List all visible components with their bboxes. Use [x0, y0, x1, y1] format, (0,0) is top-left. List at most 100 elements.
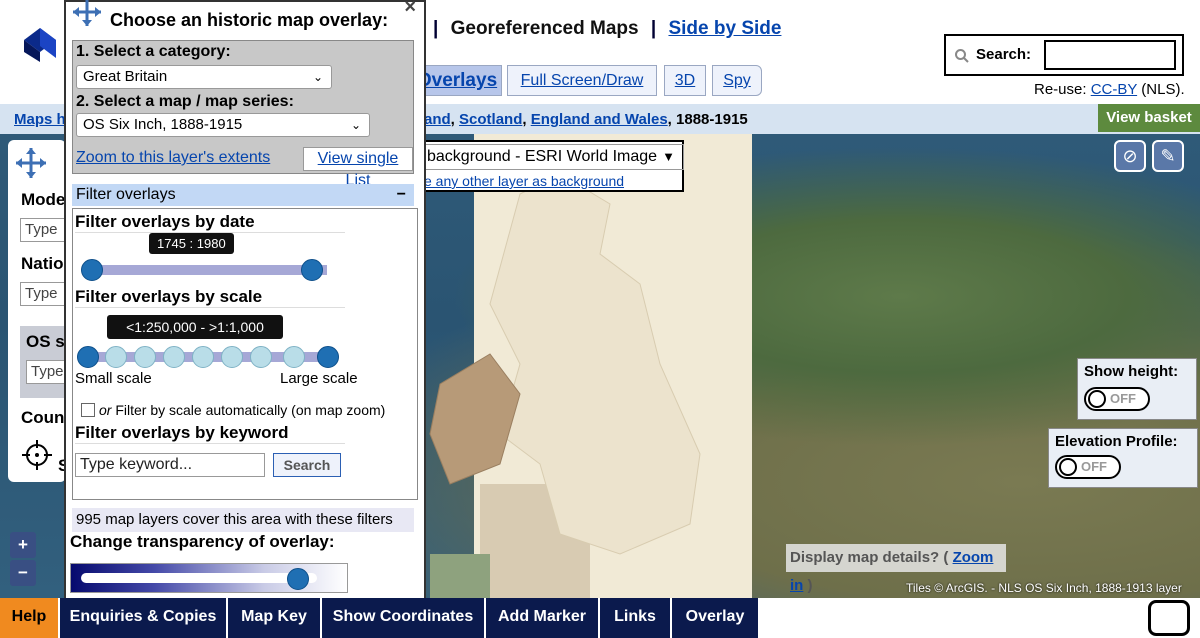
- move-panel-icon[interactable]: [70, 0, 104, 28]
- bottom-toolbar: Help Enquiries & Copies Map Key Show Coo…: [0, 598, 1200, 638]
- show-height-toggle[interactable]: OFF: [1084, 387, 1150, 411]
- search-label: Search:: [976, 46, 1032, 63]
- other-background-link[interactable]: e any other layer as background: [424, 173, 624, 189]
- breadcrumb-date: 1888-1915: [676, 111, 748, 128]
- help-tab[interactable]: Help: [0, 598, 60, 638]
- auto-scale-text: Filter by scale automatically (on map zo…: [115, 402, 386, 418]
- date-slider-track[interactable]: [87, 265, 327, 275]
- map-details-prompt: Display map details? ( Zoom in ): [786, 544, 1006, 594]
- tab-3d[interactable]: 3D: [664, 65, 706, 96]
- scale-tick[interactable]: [192, 346, 214, 368]
- add-marker-tab[interactable]: Add Marker: [486, 598, 600, 638]
- small-scale-label: Small scale: [75, 370, 152, 387]
- reuse-prefix: Re-use:: [1034, 81, 1087, 98]
- date-range-tooltip: 1745 : 1980: [149, 233, 234, 254]
- scale-slider-start-handle[interactable]: [77, 346, 99, 368]
- georeferenced-maps-link[interactable]: Georeferenced Maps: [451, 18, 639, 39]
- show-coordinates-tab[interactable]: Show Coordinates: [322, 598, 486, 638]
- maps-home-link[interactable]: Maps h: [14, 111, 66, 128]
- date-slider-start-handle[interactable]: [81, 259, 103, 281]
- background-dropdown[interactable]: background - ESRI World Image ▼: [422, 144, 684, 170]
- details-prefix: Display map details? (: [790, 549, 949, 566]
- breadcrumb-link-land[interactable]: and: [424, 111, 451, 128]
- close-icon[interactable]: ×: [404, 0, 416, 19]
- mode-input[interactable]: Type: [20, 218, 70, 242]
- national-input[interactable]: Type: [20, 282, 70, 306]
- zoom-out-button[interactable]: −: [10, 560, 36, 586]
- chevron-down-icon: ▼: [662, 149, 675, 164]
- category-select[interactable]: Great Britain ⌄: [76, 65, 332, 89]
- county-label: Coun: [21, 408, 65, 427]
- show-height-label: Show height:: [1084, 363, 1179, 380]
- overlay-tab[interactable]: Overlay: [672, 598, 760, 638]
- transparency-handle[interactable]: [287, 568, 310, 590]
- series-select[interactable]: OS Six Inch, 1888-1915 ⌄: [76, 113, 370, 137]
- large-scale-label: Large scale: [280, 370, 358, 387]
- chooser-title: Choose an historic map overlay:: [110, 10, 389, 30]
- map-attribution: Tiles © ArcGIS. - NLS OS Six Inch, 1888-…: [906, 581, 1182, 595]
- os-input[interactable]: Type: [26, 360, 66, 384]
- side-by-side-link[interactable]: Side by Side: [668, 18, 781, 39]
- map-key-tab[interactable]: Map Key: [228, 598, 322, 638]
- breadcrumb-trail: and, Scotland, England and Wales, 1888-1…: [424, 111, 748, 128]
- os-section: OS s Type: [20, 326, 66, 398]
- filter-date-heading: Filter overlays by date: [75, 212, 345, 233]
- category-section: 1. Select a category: Great Britain ⌄ 2.…: [72, 40, 414, 189]
- tab-full-screen-draw[interactable]: Full Screen/Draw: [507, 65, 657, 96]
- category-value: Great Britain: [83, 68, 168, 85]
- show-height-panel: Show height: OFF: [1077, 358, 1197, 420]
- links-tab[interactable]: Links: [600, 598, 672, 638]
- scale-tick[interactable]: [163, 346, 185, 368]
- transparency-heading: Change transparency of overlay:: [70, 532, 335, 551]
- scale-slider-end-handle[interactable]: [317, 346, 339, 368]
- transparency-track: [81, 573, 317, 583]
- auto-scale-checkbox[interactable]: [81, 403, 95, 417]
- scale-tick[interactable]: [283, 346, 305, 368]
- zoom-to-extents-link[interactable]: Zoom to this layer's extents: [76, 149, 270, 167]
- edit-pencil-icon[interactable]: ✎: [1152, 140, 1184, 172]
- filter-scale-heading: Filter overlays by scale: [75, 287, 345, 308]
- elevation-toggle[interactable]: OFF: [1055, 455, 1121, 479]
- scale-tick[interactable]: [221, 346, 243, 368]
- keyword-input[interactable]: Type keyword...: [75, 453, 265, 477]
- transparency-slider[interactable]: [70, 563, 348, 593]
- move-panel-icon[interactable]: [14, 146, 48, 180]
- search-icon: [955, 49, 969, 63]
- scale-tick[interactable]: [134, 346, 156, 368]
- search-box: Search:: [944, 34, 1184, 76]
- measure-icon[interactable]: ⊘: [1114, 140, 1146, 172]
- chevron-down-icon: ⌄: [350, 118, 361, 132]
- reuse-notice: Re-use: CC-BY (NLS).: [1034, 81, 1185, 98]
- search-input[interactable]: [1044, 40, 1176, 70]
- background-value: background - ESRI World Image: [427, 148, 658, 165]
- chevron-down-icon: ⌄: [312, 70, 323, 84]
- top-nav: | Georeferenced Maps | Side by Side: [426, 18, 781, 40]
- scale-tick[interactable]: [250, 346, 272, 368]
- auto-scale-or: or: [99, 402, 112, 418]
- enquiries-tab[interactable]: Enquiries & Copies: [60, 598, 228, 638]
- nav-separator: |: [433, 18, 439, 39]
- date-slider-end-handle[interactable]: [301, 259, 323, 281]
- chat-icon[interactable]: [1148, 600, 1190, 636]
- crosshair-icon[interactable]: [22, 440, 52, 470]
- overlay-chooser-panel: Choose an historic map overlay: × 1. Sel…: [64, 0, 426, 603]
- cc-by-link[interactable]: CC-BY: [1091, 81, 1137, 98]
- collapse-icon[interactable]: −: [397, 184, 406, 206]
- scale-tick[interactable]: [105, 346, 127, 368]
- nls-logo-icon[interactable]: [18, 18, 62, 62]
- reuse-suffix: (NLS).: [1141, 81, 1185, 98]
- view-basket-button[interactable]: View basket: [1098, 104, 1200, 132]
- tab-spy[interactable]: Spy: [712, 65, 762, 96]
- zoom-in-button[interactable]: +: [10, 532, 36, 558]
- mode-label: Mode: [21, 190, 66, 209]
- series-value: OS Six Inch, 1888-1915: [83, 116, 243, 133]
- os-label: OS s: [26, 332, 65, 351]
- toggle-knob: [1088, 390, 1106, 408]
- breadcrumb-link-england-wales[interactable]: England and Wales: [531, 111, 668, 128]
- background-selector: background - ESRI World Image ▼ e any ot…: [418, 140, 684, 192]
- view-single-list-button[interactable]: View single List: [303, 147, 413, 189]
- keyword-search-button[interactable]: Search: [273, 453, 341, 477]
- filter-keyword-heading: Filter overlays by keyword: [75, 423, 345, 444]
- breadcrumb-link-scotland[interactable]: Scotland: [459, 111, 522, 128]
- filter-overlays-header[interactable]: Filter overlays −: [72, 184, 414, 206]
